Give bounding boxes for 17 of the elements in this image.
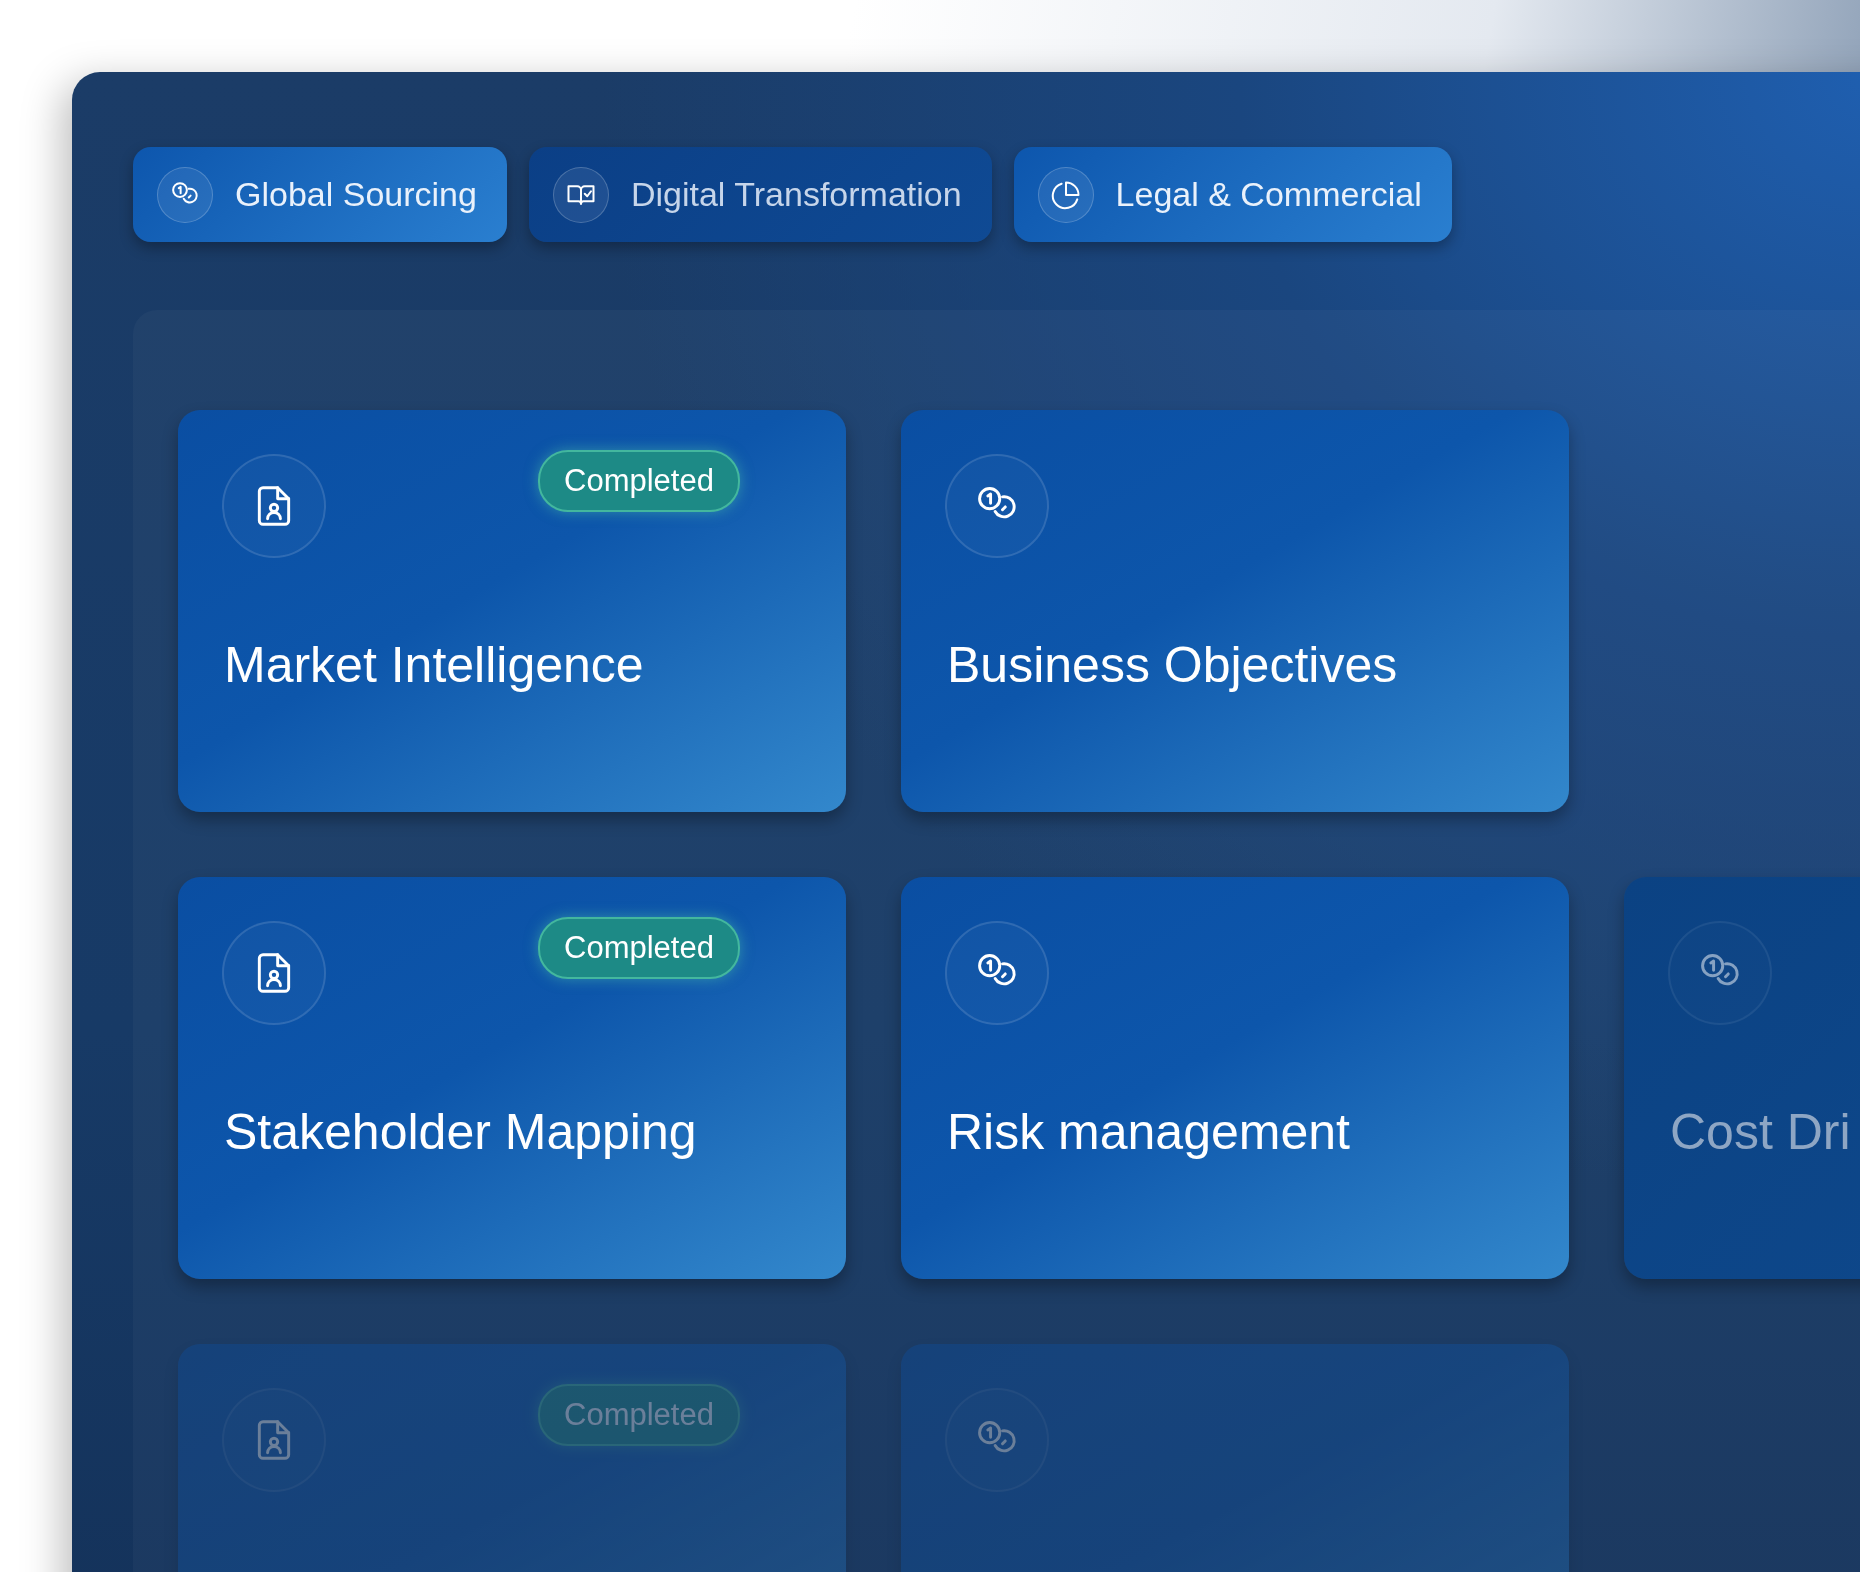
- topic-card[interactable]: Cost Dri: [1624, 877, 1860, 1279]
- card-title: Market Intelligence: [224, 636, 645, 694]
- card-title: Cost Dri: [1670, 1103, 1852, 1161]
- status-badge: Completed: [538, 1384, 740, 1446]
- topic-card[interactable]: Completed Market Intelligence: [178, 410, 846, 812]
- category-tab[interactable]: Global Sourcing: [133, 147, 507, 242]
- topic-card[interactable]: Risk management: [901, 877, 1569, 1279]
- topic-card[interactable]: Completed Stakeholder Mapping: [178, 877, 846, 1279]
- topic-card[interactable]: Business Objectives: [901, 410, 1569, 812]
- pie-chart-icon: [1050, 179, 1081, 210]
- card-title: Business Objectives: [947, 636, 1399, 694]
- category-tab[interactable]: Digital Transformation: [528, 147, 992, 242]
- category-tab[interactable]: Legal & Commercial: [1013, 147, 1452, 242]
- status-badge: Completed: [538, 450, 740, 512]
- card-title: Risk management: [947, 1103, 1351, 1161]
- card-title: Stakeholder Mapping: [224, 1103, 698, 1161]
- status-badge: Completed: [538, 917, 740, 979]
